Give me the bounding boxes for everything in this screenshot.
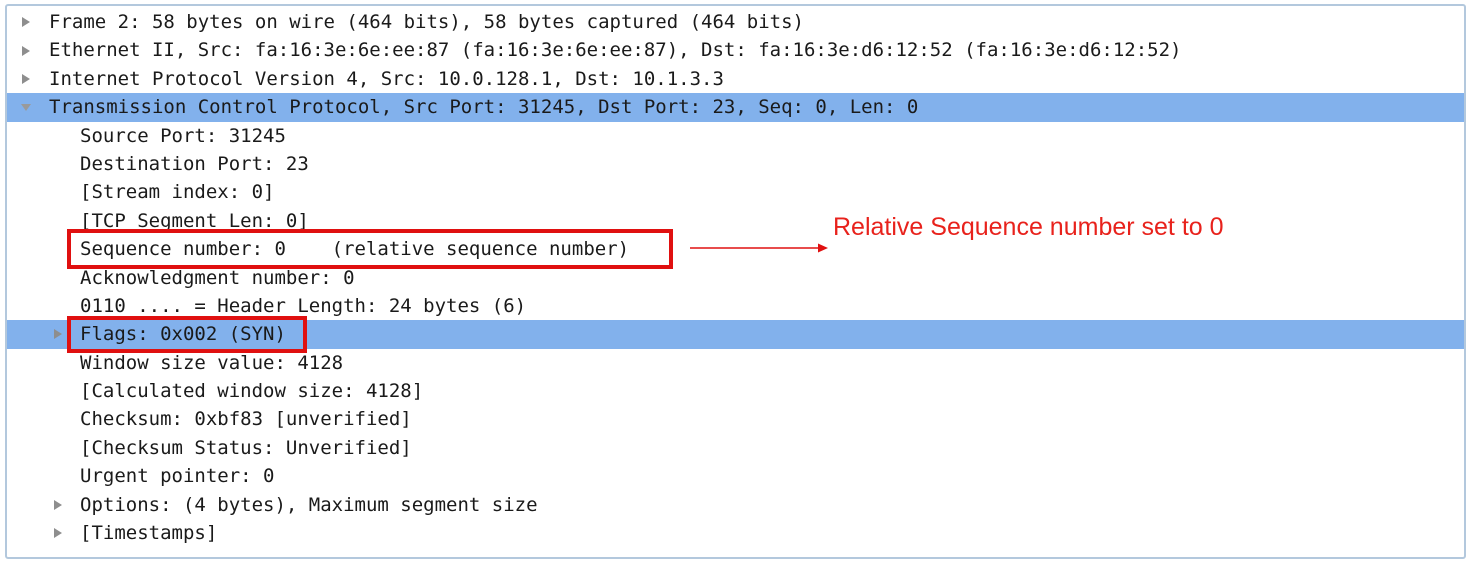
tree-row-label: Source Port: 31245	[80, 124, 286, 147]
tree-row-ethernet[interactable]: Ethernet II, Src: fa:16:3e:6e:ee:87 (fa:…	[7, 36, 1464, 64]
tree-row-label: Frame 2: 58 bytes on wire (464 bits), 58…	[49, 11, 804, 33]
tree-row-label: Urgent pointer: 0	[80, 465, 275, 488]
tree-row-window-size[interactable]: Window size value: 4128	[7, 349, 1464, 377]
disclosure-triangle-right-icon[interactable]	[19, 36, 33, 64]
tree-row-header-length[interactable]: 0110 .... = Header Length: 24 bytes (6)	[7, 292, 1464, 320]
tree-row-dst-port[interactable]: Destination Port: 23	[7, 150, 1464, 178]
tree-row-label: Options: (4 bytes), Maximum segment size	[80, 493, 538, 516]
tree-row-label: Internet Protocol Version 4, Src: 10.0.1…	[49, 67, 724, 90]
tree-row-ack-number[interactable]: Acknowledgment number: 0	[7, 264, 1464, 292]
tree-row-label: Transmission Control Protocol, Src Port:…	[49, 96, 919, 119]
disclosure-triangle-right-icon[interactable]	[51, 320, 65, 348]
tree-row-label: Sequence number: 0 (relative sequence nu…	[80, 238, 630, 261]
tree-row-label: Window size value: 4128	[80, 351, 344, 374]
tree-row-checksum[interactable]: Checksum: 0xbf83 [unverified]	[7, 405, 1464, 433]
tree-row-label: [Checksum Status: Unverified]	[80, 436, 412, 459]
tree-row-label: [Stream index: 0]	[80, 181, 275, 204]
tree-row-tcp[interactable]: Transmission Control Protocol, Src Port:…	[7, 93, 1464, 122]
tree-row-label: Ethernet II, Src: fa:16:3e:6e:ee:87 (fa:…	[49, 39, 1182, 62]
tree-row-label: Flags: 0x002 (SYN)	[80, 323, 286, 346]
tree-row-timestamps[interactable]: [Timestamps]	[7, 519, 1464, 547]
tree-row-label: 0110 .... = Header Length: 24 bytes (6)	[80, 294, 527, 317]
tree-row-label: Destination Port: 23	[80, 152, 309, 175]
tree-row-label: Checksum: 0xbf83 [unverified]	[80, 408, 412, 431]
disclosure-triangle-right-icon[interactable]	[51, 519, 65, 547]
disclosure-triangle-down-icon[interactable]	[19, 93, 33, 121]
disclosure-triangle-right-icon[interactable]	[19, 65, 33, 93]
annotation-text: Relative Sequence number set to 0	[833, 213, 1224, 241]
tree-row-src-port[interactable]: Source Port: 31245	[7, 122, 1464, 150]
packet-details-tree: Frame 2: 58 bytes on wire (464 bits), 58…	[7, 8, 1464, 547]
tree-row-urgent-pointer[interactable]: Urgent pointer: 0	[7, 462, 1464, 490]
tree-row-label: [Timestamps]	[80, 522, 218, 545]
disclosure-triangle-right-icon[interactable]	[19, 8, 33, 36]
tree-row-ipv4[interactable]: Internet Protocol Version 4, Src: 10.0.1…	[7, 65, 1464, 93]
tree-row-label: Acknowledgment number: 0	[80, 266, 355, 289]
tree-row-frame[interactable]: Frame 2: 58 bytes on wire (464 bits), 58…	[7, 8, 1464, 36]
disclosure-triangle-right-icon[interactable]	[51, 491, 65, 519]
tree-row-checksum-status[interactable]: [Checksum Status: Unverified]	[7, 434, 1464, 462]
tree-row-flags[interactable]: Flags: 0x002 (SYN)	[7, 320, 1464, 349]
tree-row-label: [TCP Segment Len: 0]	[80, 209, 309, 232]
tree-row-options[interactable]: Options: (4 bytes), Maximum segment size	[7, 491, 1464, 519]
tree-row-stream-index[interactable]: [Stream index: 0]	[7, 178, 1464, 206]
tree-row-calc-window[interactable]: [Calculated window size: 4128]	[7, 377, 1464, 405]
packet-details-pane: Frame 2: 58 bytes on wire (464 bits), 58…	[5, 4, 1466, 559]
tree-row-label: [Calculated window size: 4128]	[80, 380, 424, 403]
